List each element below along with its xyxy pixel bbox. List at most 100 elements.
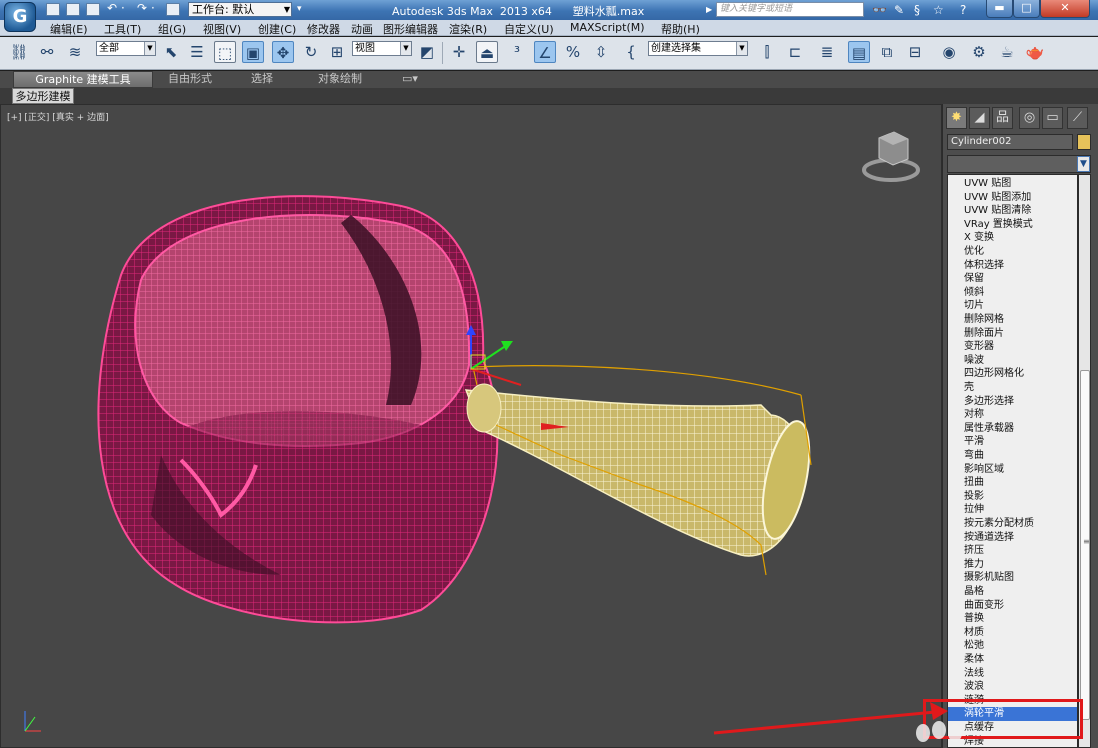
rectangular-selection-icon[interactable]: ⬚ xyxy=(214,41,236,63)
binoculars-icon[interactable]: 👓 xyxy=(872,3,887,17)
search-expand-icon[interactable]: ▶ xyxy=(706,5,712,14)
select-object-icon[interactable]: ⬉ xyxy=(160,41,182,63)
modifier-item[interactable]: 推力 xyxy=(948,558,1077,572)
select-by-name-icon[interactable]: ☰ xyxy=(186,41,208,63)
edit-named-selection-icon[interactable]: { xyxy=(620,41,642,63)
modifier-item[interactable]: 曲面变形 xyxy=(948,599,1077,613)
modifier-item[interactable]: UVW 贴图添加 xyxy=(948,191,1077,205)
modifier-item[interactable]: 壳 xyxy=(948,381,1077,395)
menu-edit[interactable]: 编辑(E) xyxy=(50,21,88,37)
percent-snap-icon[interactable]: % xyxy=(562,41,584,63)
reference-coord-select[interactable]: 视图 ▼ xyxy=(352,41,412,56)
modifier-item[interactable]: 投影 xyxy=(948,490,1077,504)
modifier-list-dropdown[interactable]: ▼ xyxy=(947,155,1091,173)
modifier-item[interactable]: 按通道选择 xyxy=(948,531,1077,545)
modifier-item[interactable]: 拉伸 xyxy=(948,503,1077,517)
modifier-item[interactable]: X 变换 xyxy=(948,231,1077,245)
modifier-item[interactable]: 摄影机贴图 xyxy=(948,571,1077,585)
modifier-item[interactable]: 弯曲 xyxy=(948,449,1077,463)
snaps-toggle-icon[interactable]: ³ xyxy=(506,41,528,63)
help-icon[interactable]: ? xyxy=(960,3,966,17)
align-icon[interactable]: ⊏ xyxy=(784,41,806,63)
select-rotate-icon[interactable]: ↻ xyxy=(300,41,322,63)
modifier-item[interactable]: 优化 xyxy=(948,245,1077,259)
menu-group[interactable]: 组(G) xyxy=(158,21,186,37)
modifier-item[interactable]: 法线 xyxy=(948,667,1077,681)
perspective-viewport[interactable]: [+] [正交] [真实 + 边面] xyxy=(0,104,942,748)
maximize-button[interactable]: □ xyxy=(1013,0,1040,18)
close-button[interactable]: ✕ xyxy=(1040,0,1090,18)
menu-animation[interactable]: 动画 xyxy=(351,21,373,37)
link-icon[interactable]: ⛓ xyxy=(8,41,30,63)
project-folder-icon[interactable] xyxy=(166,3,180,16)
tab-selection[interactable]: 选择 xyxy=(236,71,288,88)
modifier-item[interactable]: 影响区域 xyxy=(948,463,1077,477)
favorites-star-icon[interactable]: ☆ xyxy=(933,3,944,17)
scrollbar-thumb[interactable]: ≡ xyxy=(1080,370,1090,720)
modifier-item[interactable]: VRay 置换模式 xyxy=(948,218,1077,232)
object-name-field[interactable]: Cylinder002 xyxy=(947,134,1073,150)
modifier-item[interactable]: 切片 xyxy=(948,299,1077,313)
modifier-item[interactable]: 材质 xyxy=(948,626,1077,640)
ribbon-options-icon[interactable]: ▭▾ xyxy=(396,71,424,88)
modify-tab-icon[interactable]: ◢ xyxy=(969,107,990,129)
modifier-item[interactable]: 删除网格 xyxy=(948,313,1077,327)
tab-graphite-modeling[interactable]: Graphite 建模工具 xyxy=(13,71,153,88)
app-logo-icon[interactable]: G xyxy=(4,2,36,32)
modifier-item[interactable]: 属性承载器 xyxy=(948,422,1077,436)
undo-dropdown-icon[interactable]: · xyxy=(121,1,125,15)
pivot-center-icon[interactable]: ◩ xyxy=(416,41,438,63)
selection-filter-select[interactable]: 全部 ▼ xyxy=(96,41,156,56)
modifier-item[interactable]: 扭曲 xyxy=(948,476,1077,490)
tab-object-paint[interactable]: 对象绘制 xyxy=(302,71,378,88)
modifier-item[interactable]: 波浪 xyxy=(948,680,1077,694)
modifier-item[interactable]: 柔体 xyxy=(948,653,1077,667)
communication-icon[interactable]: § xyxy=(914,3,920,17)
menu-modifiers[interactable]: 修改器 xyxy=(307,21,340,37)
layer-manager-icon[interactable]: ≣ xyxy=(816,41,838,63)
modifier-list-scrollbar[interactable]: ≡ xyxy=(1078,174,1091,748)
rendered-frame-icon[interactable]: ☕ xyxy=(996,41,1018,63)
workspace-select[interactable]: 工作台: 默认 ▼ xyxy=(188,2,292,17)
modifier-item[interactable]: UVW 贴图 xyxy=(948,177,1077,191)
mirror-icon[interactable]: ⫿ xyxy=(756,41,778,63)
curve-editor-icon[interactable]: ⧉ xyxy=(876,41,898,63)
subscription-icon[interactable]: ✎ xyxy=(894,3,904,17)
modifier-item[interactable]: 晶格 xyxy=(948,585,1077,599)
handle-model[interactable] xyxy=(464,383,818,557)
modifier-item[interactable]: 噪波 xyxy=(948,354,1077,368)
keyboard-shortcut-override-icon[interactable]: ⏏ xyxy=(476,41,498,63)
viewcube[interactable] xyxy=(862,131,920,182)
redo-dropdown-icon[interactable]: · xyxy=(151,1,155,15)
search-input[interactable]: 键入关键字或短语 xyxy=(716,2,864,17)
menu-tools[interactable]: 工具(T) xyxy=(104,21,141,37)
select-scale-icon[interactable]: ⊞ xyxy=(326,41,348,63)
modifier-list[interactable]: UVW 贴图 UVW 贴图添加 UVW 贴图清除 VRay 置换模式 X 变换 优化 体积选… xyxy=(947,174,1078,748)
modifier-item[interactable]: 按元素分配材质 xyxy=(948,517,1077,531)
unlink-icon[interactable]: ⚯ xyxy=(36,41,58,63)
modifier-item[interactable]: 对称 xyxy=(948,408,1077,422)
material-editor-icon[interactable]: ◉ xyxy=(938,41,960,63)
tab-freeform[interactable]: 自由形式 xyxy=(160,71,220,88)
new-file-icon[interactable] xyxy=(46,3,60,16)
menu-create[interactable]: 创建(C) xyxy=(258,21,296,37)
manipulate-icon[interactable]: ✛ xyxy=(448,41,470,63)
object-color-swatch[interactable] xyxy=(1077,134,1091,150)
menu-graph-editors[interactable]: 图形编辑器 xyxy=(383,21,438,37)
modifier-item[interactable]: UVW 贴图清除 xyxy=(948,204,1077,218)
modifier-item[interactable]: 保留 xyxy=(948,272,1077,286)
modifier-item[interactable]: 普换 xyxy=(948,612,1077,626)
modifier-item[interactable]: 多边形选择 xyxy=(948,395,1077,409)
motion-tab-icon[interactable]: ◎ xyxy=(1019,107,1040,129)
modifier-item[interactable]: 松弛 xyxy=(948,639,1077,653)
modifier-item[interactable]: 删除面片 xyxy=(948,327,1077,341)
open-file-icon[interactable] xyxy=(66,3,80,16)
pot-model[interactable] xyxy=(97,195,499,624)
menu-maxscript[interactable]: MAXScript(M) xyxy=(570,21,645,34)
hierarchy-tab-icon[interactable]: 品 xyxy=(992,107,1013,129)
select-move-icon[interactable]: ✥ xyxy=(272,41,294,63)
modifier-item[interactable]: 挤压 xyxy=(948,544,1077,558)
menu-customize[interactable]: 自定义(U) xyxy=(504,21,554,37)
spinner-snap-icon[interactable]: ⇳ xyxy=(590,41,612,63)
graphite-toggle-icon[interactable]: ▤ xyxy=(848,41,870,63)
